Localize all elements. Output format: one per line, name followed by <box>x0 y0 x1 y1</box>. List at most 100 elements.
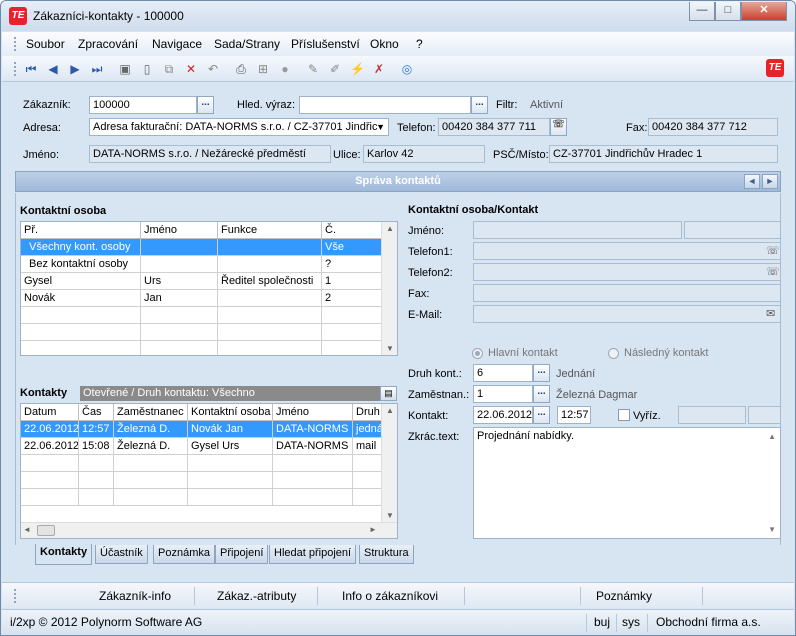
scroll-right-icon[interactable]: ► <box>369 525 377 534</box>
panel-next-button[interactable]: ► <box>762 174 778 189</box>
col-header-function[interactable]: Funkce <box>218 222 322 239</box>
contact-person-scrollbar[interactable]: ▲ ▼ <box>381 222 397 355</box>
contact-date-input[interactable]: 22.06.2012 <box>473 406 533 424</box>
table-row[interactable]: Gysel <box>21 273 141 290</box>
scroll-down-icon[interactable]: ▼ <box>382 344 397 353</box>
employee-input[interactable]: 1 <box>473 385 533 403</box>
table-cell[interactable]: Železná D. <box>114 438 188 455</box>
next-contact-radio[interactable] <box>608 348 619 359</box>
contact-date-picker-button[interactable]: ... <box>533 406 550 424</box>
link-about-customer[interactable]: Info o zákazníkovi <box>342 589 438 603</box>
tab-kontakty[interactable]: Kontakty <box>35 544 93 565</box>
table-row[interactable]: Bez kontaktní osoby <box>21 256 141 273</box>
contacts-filter-menu-icon[interactable]: ▤ <box>380 386 397 401</box>
table-cell[interactable]: 15:08 <box>79 438 114 455</box>
table-cell[interactable]: 12:57 <box>79 421 114 438</box>
table-cell[interactable]: mail <box>353 438 383 455</box>
address-select[interactable]: Adresa fakturační: DATA-NORMS s.r.o. / C… <box>89 118 389 136</box>
structure-icon[interactable]: ⊞ <box>256 62 270 76</box>
main-contact-radio[interactable] <box>472 348 483 359</box>
col-header-time[interactable]: Čas <box>79 404 114 421</box>
table-cell[interactable] <box>141 239 218 256</box>
dial-phone-icon[interactable]: ☏ <box>550 118 567 136</box>
search-lookup-button[interactable]: ... <box>471 96 488 114</box>
tab-ucastnik[interactable]: Účastník <box>95 545 148 564</box>
filter-icon[interactable]: ⚡ <box>350 62 365 76</box>
web-icon[interactable]: ◎ <box>400 62 414 76</box>
table-cell[interactable]: Jan <box>141 290 218 307</box>
print-icon[interactable]: ⎙ <box>234 62 248 76</box>
dial-phone2-icon[interactable]: ☏ <box>766 265 780 278</box>
table-cell[interactable]: jedná <box>353 421 383 438</box>
table-cell[interactable]: DATA-NORMS <box>273 438 353 455</box>
tab-struktura[interactable]: Struktura <box>359 545 414 564</box>
tab-poznamka[interactable]: Poznámka <box>153 545 215 564</box>
settings-icon[interactable]: ● <box>278 62 292 76</box>
marker-icon[interactable]: ✐ <box>328 62 342 76</box>
table-cell[interactable] <box>218 239 322 256</box>
scroll-up-icon[interactable]: ▲ <box>382 406 397 415</box>
panel-prev-button[interactable]: ◄ <box>744 174 760 189</box>
col-header-employee[interactable]: Zaměstnanec <box>114 404 188 421</box>
table-cell[interactable]: Urs <box>141 273 218 290</box>
table-row[interactable]: 22.06.2012 <box>21 421 79 438</box>
employee-lookup-button[interactable]: ... <box>533 385 550 403</box>
table-cell[interactable] <box>141 256 218 273</box>
menu-prislusenstvi[interactable]: Příslušenství <box>291 37 360 51</box>
col-header-date[interactable]: Datum <box>21 404 79 421</box>
clear-filter-icon[interactable]: ✗ <box>372 62 386 76</box>
previous-record-icon[interactable]: ◀ <box>46 62 60 76</box>
kind-lookup-button[interactable]: ... <box>533 364 550 382</box>
table-cell[interactable]: Ředitel společnosti <box>218 273 322 290</box>
table-cell[interactable] <box>218 256 322 273</box>
kind-input[interactable]: 6 <box>473 364 533 382</box>
done-checkbox[interactable] <box>618 409 630 421</box>
table-cell[interactable]: Vše <box>322 239 382 256</box>
table-cell[interactable]: DATA-NORMS <box>273 421 353 438</box>
menu-soubor[interactable]: Soubor <box>26 37 65 51</box>
scroll-up-icon[interactable]: ▲ <box>768 430 776 443</box>
copy-icon[interactable]: ⧉ <box>162 62 176 76</box>
col-header-contact-name[interactable]: Jméno <box>273 404 353 421</box>
search-input[interactable] <box>299 96 471 114</box>
contacts-vscrollbar[interactable]: ▲ ▼ <box>381 404 397 522</box>
table-cell[interactable]: Železná D. <box>114 421 188 438</box>
menu-navigace[interactable]: Navigace <box>152 37 202 51</box>
dial-phone1-icon[interactable]: ☏ <box>766 244 780 257</box>
undo-icon[interactable]: ↶ <box>206 62 220 76</box>
link-customer-attributes[interactable]: Zákaz.-atributy <box>217 589 296 603</box>
contact-time-input[interactable]: 12:57 <box>557 406 591 424</box>
scroll-down-icon[interactable]: ▼ <box>768 523 776 536</box>
close-button[interactable]: ✕ <box>741 2 787 21</box>
maximize-button[interactable]: □ <box>715 2 741 21</box>
scroll-down-icon[interactable]: ▼ <box>382 511 397 520</box>
last-record-icon[interactable]: ⏭ <box>90 62 104 76</box>
minimize-button[interactable]: — <box>689 2 715 21</box>
col-header-pr[interactable]: Př. <box>21 222 141 239</box>
scroll-up-icon[interactable]: ▲ <box>382 224 397 233</box>
menu-sada-strany[interactable]: Sada/Strany <box>214 37 280 51</box>
table-row[interactable]: Novák <box>21 290 141 307</box>
table-row[interactable]: Všechny kont. osoby <box>21 239 141 256</box>
col-header-name[interactable]: Jméno <box>141 222 218 239</box>
tab-pripojeni[interactable]: Připojení <box>215 545 269 564</box>
table-cell[interactable]: Gysel Urs <box>188 438 273 455</box>
first-record-icon[interactable]: ⏮ <box>24 62 38 76</box>
contacts-hscrollbar[interactable]: ◄ ► <box>21 522 397 538</box>
table-cell[interactable]: ? <box>322 256 382 273</box>
col-header-number[interactable]: Č. <box>322 222 382 239</box>
customer-input[interactable]: 100000 <box>89 96 197 114</box>
send-email-icon[interactable]: ✉ <box>766 307 775 320</box>
menu-help[interactable]: ? <box>416 37 423 51</box>
table-cell[interactable]: 1 <box>322 273 382 290</box>
link-notes[interactable]: Poznámky <box>596 589 652 603</box>
table-cell[interactable]: 2 <box>322 290 382 307</box>
hscroll-thumb[interactable] <box>37 525 55 536</box>
delete-icon[interactable]: ✕ <box>184 62 198 76</box>
menu-okno[interactable]: Okno <box>370 37 399 51</box>
table-cell[interactable] <box>218 290 322 307</box>
menu-zpracovani[interactable]: Zpracování <box>78 37 138 51</box>
customer-lookup-button[interactable]: ... <box>197 96 214 114</box>
table-cell[interactable]: Novák Jan <box>188 421 273 438</box>
tab-hledat-pripojeni[interactable]: Hledat připojení <box>269 545 357 564</box>
